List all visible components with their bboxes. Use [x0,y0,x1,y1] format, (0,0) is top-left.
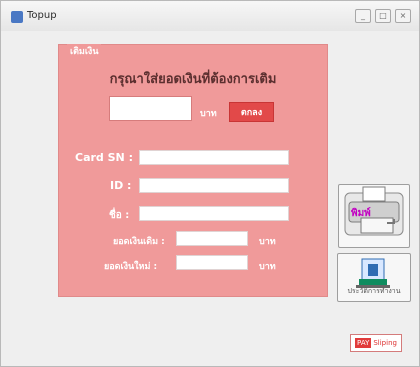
name-label: ชื่อ : [109,210,130,221]
name-field[interactable] [139,206,289,221]
history-button[interactable]: ประวัติการทำงาน [337,253,411,302]
printer-icon: พิมพ์ [344,186,404,236]
topup-group: เติมเงิน กรุณาใส่ยอดเงินที่ต้องการเติม บ… [58,44,328,297]
minimize-button[interactable]: _ [355,9,371,23]
new-balance-unit: บาท [259,262,276,272]
id-field[interactable] [139,178,289,193]
old-balance-field [176,231,248,246]
old-balance-label: ยอดเงินเดิม : [113,237,165,247]
window-title: Topup [27,10,57,21]
titlebar: Topup _ □ × [1,1,419,31]
topup-window: Topup _ □ × เติมเงิน กรุณาใส่ยอดเงินที่ต… [0,0,420,367]
logo-right: Sliping [373,339,397,347]
baht-label: บาท [200,109,217,119]
history-label: ประวัติการทำงาน [347,287,401,295]
card-sn-label: Card SN : [75,151,133,164]
close-button[interactable]: × [395,9,411,23]
page-title: กรุณาใส่ยอดเงินที่ต้องการเติม [109,72,277,87]
card-sn-field[interactable] [139,150,289,165]
new-balance-label: ยอดเงินใหม่ : [104,262,158,272]
new-balance-field [176,255,248,270]
id-label: ID : [110,179,132,192]
old-balance-unit: บาท [259,237,276,247]
confirm-button[interactable]: ตกลง [229,102,274,122]
print-button[interactable]: พิมพ์ [338,184,410,248]
app-icon [11,11,23,23]
window-controls: _ □ × [355,9,411,23]
svg-text:พิมพ์: พิมพ์ [351,207,371,219]
logo-left: PAY [355,338,372,348]
group-label: เติมเงิน [67,44,102,58]
amount-input[interactable] [109,96,192,121]
maximize-button[interactable]: □ [375,9,391,23]
brand-logo: PAY Sliping [350,334,402,352]
